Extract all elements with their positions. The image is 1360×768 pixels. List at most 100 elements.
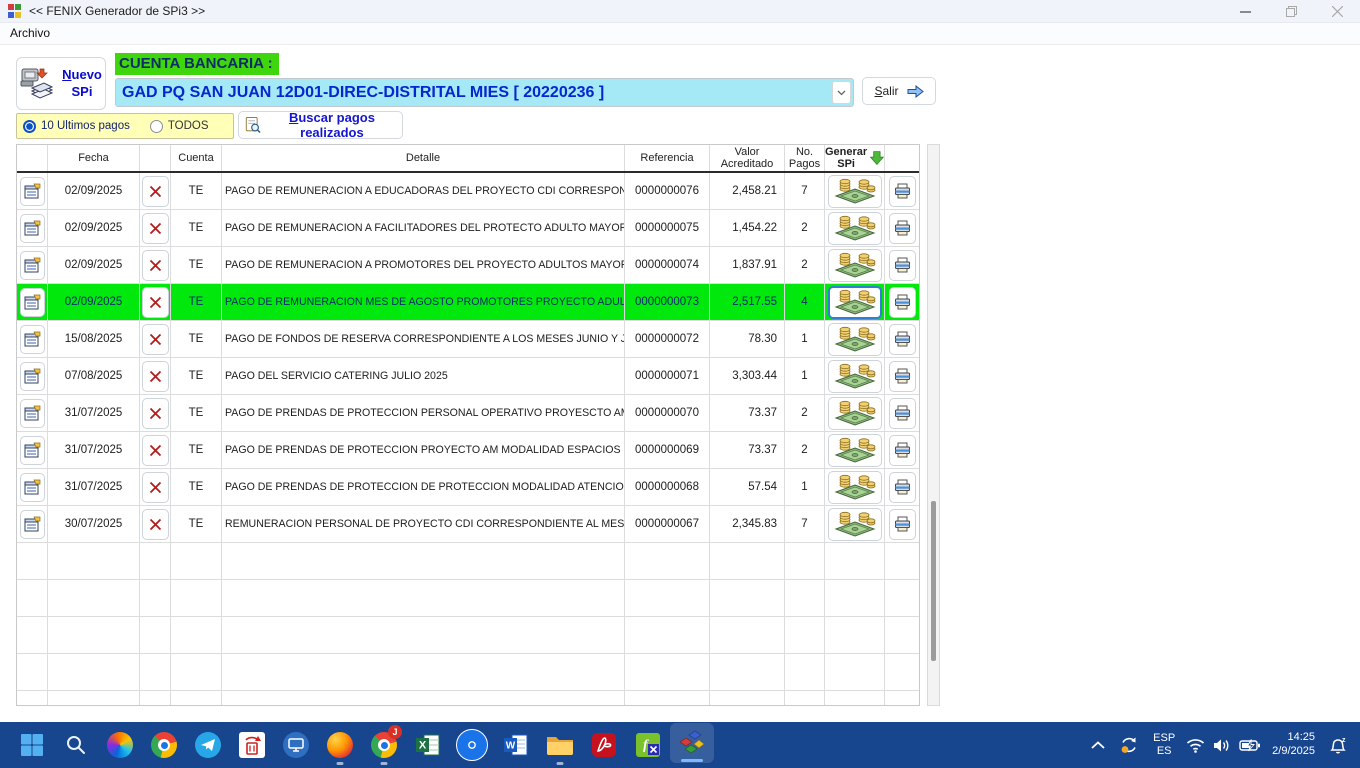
chrome-profile-button[interactable]: J (362, 723, 406, 767)
generar-spi-button[interactable] (828, 360, 882, 393)
generar-spi-button[interactable] (828, 434, 882, 467)
generar-spi-button[interactable] (828, 175, 882, 208)
close-icon (1332, 6, 1343, 17)
table-row[interactable]: 02/09/2025 TE PAGO DE REMUNERACION MES D… (17, 284, 919, 321)
telegram-button[interactable] (186, 723, 230, 767)
row-fecha: 31/07/2025 (48, 469, 140, 506)
filter-options: 10 Ultimos pagos TODOS (16, 113, 234, 139)
print-button[interactable] (889, 361, 916, 392)
edit-row-button[interactable] (20, 436, 45, 465)
taskbar-search-button[interactable] (54, 723, 98, 767)
print-button[interactable] (889, 472, 916, 503)
table-row[interactable]: 02/09/2025 TE PAGO DE REMUNERACION A EDU… (17, 173, 919, 210)
edit-row-button[interactable] (20, 399, 45, 428)
firefox-button[interactable] (318, 723, 362, 767)
generar-spi-button[interactable] (828, 249, 882, 282)
edit-row-button[interactable] (20, 214, 45, 243)
table-row[interactable]: 15/08/2025 TE PAGO DE FONDOS DE RESERVA … (17, 321, 919, 358)
recycle-bin-button[interactable] (230, 723, 274, 767)
language-indicator[interactable]: ESPES (1146, 725, 1182, 765)
row-cuenta: TE (171, 321, 222, 358)
nuevo-spi-button[interactable]: Nuevo SPi (16, 57, 106, 110)
sync-status-button[interactable] (1112, 725, 1146, 765)
volume-button[interactable] (1209, 725, 1235, 765)
print-button[interactable] (889, 287, 916, 318)
wifi-button[interactable] (1182, 725, 1209, 765)
start-button[interactable] (10, 723, 54, 767)
display-app-button[interactable] (274, 723, 318, 767)
radio-todos[interactable] (150, 120, 163, 133)
cuenta-bancaria-select[interactable]: GAD PQ SAN JUAN 12D01-DIREC-DISTRITAL MI… (115, 78, 854, 107)
edit-row-button[interactable] (20, 325, 45, 354)
delete-row-button[interactable] (142, 398, 169, 429)
edit-row-button[interactable] (20, 362, 45, 391)
fenix-spi-active-app[interactable] (670, 723, 714, 763)
radio-10-ultimos[interactable] (23, 120, 36, 133)
header-cuenta: Cuenta (171, 145, 222, 171)
delete-row-button[interactable] (142, 176, 169, 207)
battery-button[interactable] (1235, 725, 1265, 765)
print-button[interactable] (889, 398, 916, 429)
edit-row-button[interactable] (20, 510, 45, 539)
table-row[interactable]: 02/09/2025 TE PAGO DE REMUNERACION A PRO… (17, 247, 919, 284)
table-row[interactable]: 31/07/2025 TE PAGO DE PRENDAS DE PROTECC… (17, 469, 919, 506)
edit-row-button[interactable] (20, 288, 45, 317)
delete-row-button[interactable] (142, 509, 169, 540)
delete-x-icon (149, 296, 162, 309)
scrollbar-thumb[interactable] (931, 501, 936, 661)
file-explorer-button[interactable] (538, 723, 582, 767)
print-button[interactable] (889, 509, 916, 540)
fenix-icon: f (636, 733, 660, 757)
minimize-button[interactable] (1222, 0, 1268, 22)
notification-center-button[interactable]: z (1322, 725, 1354, 765)
delete-row-button[interactable] (142, 435, 169, 466)
delete-x-icon (149, 518, 162, 531)
hidden-icons-button[interactable] (1084, 725, 1112, 765)
edit-row-button[interactable] (20, 473, 45, 502)
generar-spi-button[interactable] (828, 323, 882, 356)
combo-dropdown-button[interactable] (832, 81, 851, 104)
menu-bar: Archivo (0, 23, 1360, 45)
money-icon (834, 399, 876, 427)
menu-archivo[interactable]: Archivo (0, 23, 60, 43)
table-row[interactable]: 31/07/2025 TE PAGO DE PRENDAS DE PROTECC… (17, 432, 919, 469)
delete-row-button[interactable] (142, 324, 169, 355)
excel-button[interactable]: X (406, 723, 450, 767)
buscar-pagos-button[interactable]: Buscar pagos realizados (238, 111, 403, 139)
print-button[interactable] (889, 250, 916, 281)
chrome-remote-button[interactable] (450, 723, 494, 767)
maximize-button[interactable] (1268, 0, 1314, 22)
search-icon (65, 734, 87, 756)
salir-button[interactable]: Salir (862, 77, 936, 105)
copilot-button[interactable] (98, 723, 142, 767)
table-row[interactable]: 02/09/2025 TE PAGO DE REMUNERACION A FAC… (17, 210, 919, 247)
delete-row-button[interactable] (142, 472, 169, 503)
generar-spi-button[interactable] (828, 397, 882, 430)
table-row[interactable]: 07/08/2025 TE PAGO DEL SERVICIO CATERING… (17, 358, 919, 395)
print-button[interactable] (889, 324, 916, 355)
row-referencia: 0000000073 (625, 284, 710, 321)
close-button[interactable] (1314, 0, 1360, 22)
print-button[interactable] (889, 435, 916, 466)
generar-spi-button[interactable] (828, 212, 882, 245)
delete-row-button[interactable] (142, 250, 169, 281)
fenix-app-button[interactable]: f (626, 723, 670, 767)
clock[interactable]: 14:252/9/2025 (1265, 725, 1322, 765)
edit-row-button[interactable] (20, 177, 45, 206)
table-scrollbar[interactable] (927, 144, 940, 706)
generar-spi-button[interactable] (828, 286, 882, 319)
print-button[interactable] (889, 176, 916, 207)
delete-row-button[interactable] (142, 213, 169, 244)
word-button[interactable]: W (494, 723, 538, 767)
row-fecha: 02/09/2025 (48, 173, 140, 210)
table-row[interactable]: 31/07/2025 TE PAGO DE PRENDAS DE PROTECC… (17, 395, 919, 432)
acrobat-button[interactable] (582, 723, 626, 767)
print-button[interactable] (889, 213, 916, 244)
delete-row-button[interactable] (142, 361, 169, 392)
chrome-button[interactable] (142, 723, 186, 767)
edit-row-button[interactable] (20, 251, 45, 280)
generar-spi-button[interactable] (828, 508, 882, 541)
delete-row-button[interactable] (142, 287, 169, 318)
table-row[interactable]: 30/07/2025 TE REMUNERACION PERSONAL DE P… (17, 506, 919, 543)
generar-spi-button[interactable] (828, 471, 882, 504)
